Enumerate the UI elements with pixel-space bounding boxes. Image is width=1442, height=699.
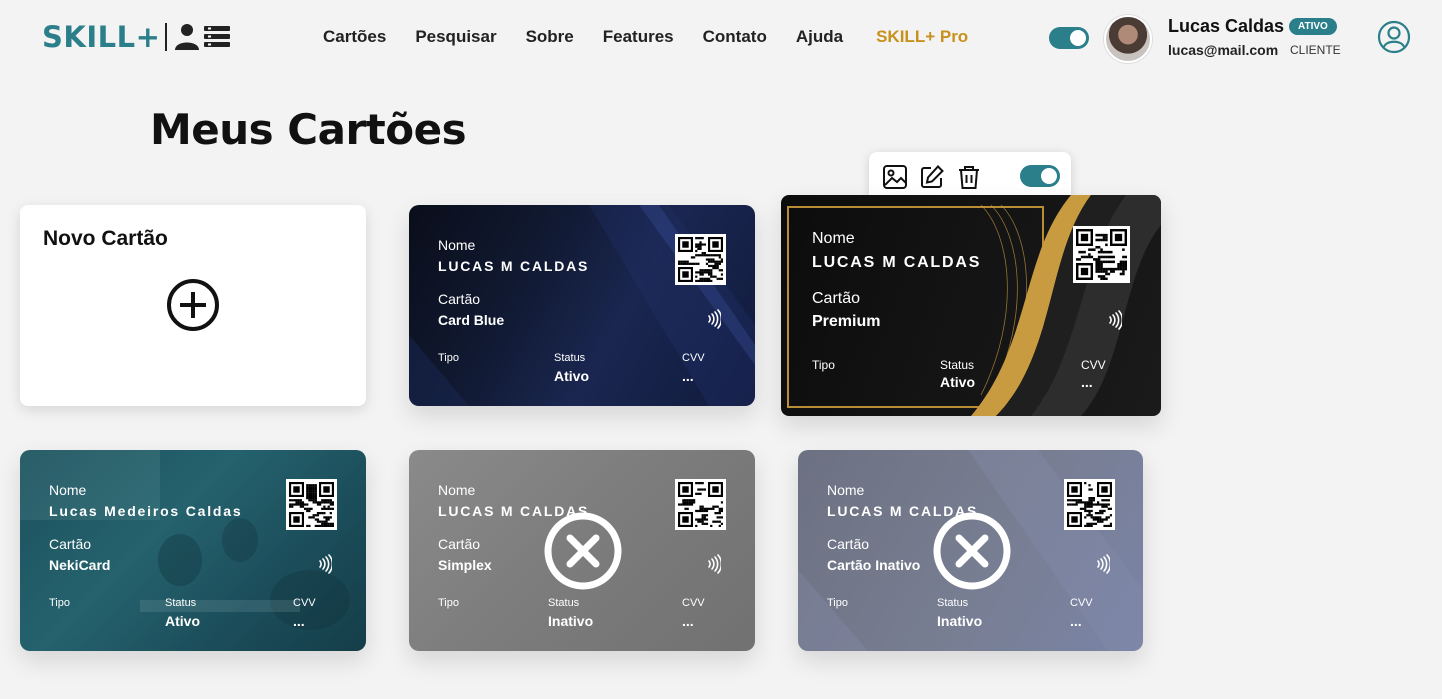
card-cvv-label: CVV	[1081, 358, 1106, 372]
card-card-label: Cartão	[812, 290, 861, 307]
nav-ajuda[interactable]: Ajuda	[796, 27, 843, 47]
card-type-name: Card Blue	[438, 312, 505, 328]
x-circle-icon	[543, 511, 623, 591]
card-holder-name: LUCAS M CALDAS	[438, 258, 590, 274]
card-simplex[interactable]: Nome LUCAS M CALDAS Cartão Simplex Tipo …	[409, 450, 755, 651]
user-role: CLIENTE	[1290, 43, 1341, 57]
card-name-label: Nome	[438, 482, 476, 498]
card-status-label: Status	[554, 352, 586, 364]
card-tipo-label: Tipo	[438, 597, 459, 609]
card-status-value: Ativo	[940, 374, 975, 390]
card-type-name: Simplex	[438, 557, 492, 573]
nav-contato[interactable]: Contato	[703, 27, 767, 47]
card-blue[interactable]: Nome LUCAS M CALDAS Cartão Card Blue Tip…	[409, 205, 755, 406]
card-status-label: Status	[940, 358, 975, 372]
card-nekicard[interactable]: Nome Lucas Medeiros Caldas Cartão NekiCa…	[20, 450, 366, 651]
card-cvv-label: CVV	[293, 597, 316, 609]
new-card-title: Novo Cartão	[43, 227, 168, 250]
contactless-icon	[1096, 554, 1112, 579]
contactless-icon	[707, 554, 723, 579]
main-nav: Cartões Pesquisar Sobre Features Contato…	[323, 27, 997, 47]
qr-code-icon	[286, 479, 337, 530]
card-card-label: Cartão	[827, 536, 870, 552]
image-icon[interactable]	[882, 164, 908, 195]
plus-circle-icon	[165, 277, 221, 338]
qr-code-icon	[675, 479, 726, 530]
logo-divider	[165, 23, 168, 51]
card-name-label: Nome	[49, 482, 87, 498]
card-holder-name: Lucas Medeiros Caldas	[49, 503, 243, 519]
card-type-name: Cartão Inativo	[827, 557, 921, 573]
new-card-button[interactable]: Novo Cartão	[20, 205, 366, 406]
card-status-value: Inativo	[548, 613, 594, 629]
user-status-badge: ATIVO	[1289, 18, 1337, 35]
card-status-value: Ativo	[554, 368, 589, 384]
card-type-name: NekiCard	[49, 557, 111, 573]
nav-skill-pro[interactable]: SKILL+ Pro	[876, 27, 968, 47]
card-tipo-label: Tipo	[827, 597, 848, 609]
card-type-name: Premium	[812, 313, 881, 330]
user-name: Lucas Caldas	[1168, 16, 1285, 36]
card-cvv-label: CVV	[682, 352, 705, 364]
card-cvv-label: CVV	[1070, 597, 1093, 609]
qr-code-icon	[675, 234, 726, 285]
theme-toggle[interactable]	[1049, 27, 1089, 49]
card-status-label: Status	[548, 597, 580, 609]
card-cvv-value: ...	[682, 613, 694, 629]
logo-text: SKILL+	[42, 20, 161, 54]
x-circle-icon	[932, 511, 1012, 591]
card-cvv-value: ...	[293, 613, 305, 629]
card-tipo-label: Tipo	[812, 358, 835, 372]
nav-features[interactable]: Features	[603, 27, 674, 47]
contactless-icon	[318, 554, 334, 579]
nav-sobre[interactable]: Sobre	[526, 27, 574, 47]
card-cvv-value: ...	[1081, 374, 1093, 390]
nav-cartoes[interactable]: Cartões	[323, 27, 386, 47]
card-name-label: Nome	[827, 482, 865, 498]
card-cvv-value: ...	[1070, 613, 1082, 629]
avatar[interactable]	[1104, 15, 1152, 63]
card-status-label: Status	[165, 597, 197, 609]
card-active-toggle[interactable]	[1020, 165, 1060, 187]
card-holder-name: LUCAS M CALDAS	[812, 254, 982, 271]
logo[interactable]: SKILL+	[42, 20, 231, 54]
card-name-label: Nome	[812, 230, 855, 247]
card-tipo-label: Tipo	[49, 597, 70, 609]
card-cartao-inativo[interactable]: Nome LUCAS M CALDAS Cartão Cartão Inativ…	[798, 450, 1143, 651]
nav-pesquisar[interactable]: Pesquisar	[415, 27, 496, 47]
card-name-label: Nome	[438, 237, 476, 253]
card-status-label: Status	[937, 597, 969, 609]
qr-code-icon	[1073, 226, 1130, 283]
user-circle-icon[interactable]	[1377, 20, 1411, 59]
card-cvv-label: CVV	[682, 597, 705, 609]
card-status-value: Inativo	[937, 613, 983, 629]
qr-code-icon	[1064, 479, 1115, 530]
contactless-icon	[1108, 310, 1124, 335]
trash-icon[interactable]	[956, 164, 982, 195]
edit-icon[interactable]	[919, 164, 945, 195]
card-tipo-label: Tipo	[438, 352, 459, 364]
card-card-label: Cartão	[49, 536, 92, 552]
card-card-label: Cartão	[438, 536, 481, 552]
card-status-value: Ativo	[165, 613, 200, 629]
user-email: lucas@mail.com	[1168, 42, 1279, 58]
card-premium[interactable]: Nome LUCAS M CALDAS Cartão Premium Tipo …	[781, 195, 1161, 416]
logo-user-list-icon	[175, 23, 231, 51]
card-cvv-value: ...	[682, 368, 694, 384]
page-title: Meus Cartões	[150, 105, 467, 154]
contactless-icon	[707, 309, 723, 334]
card-card-label: Cartão	[438, 291, 481, 307]
